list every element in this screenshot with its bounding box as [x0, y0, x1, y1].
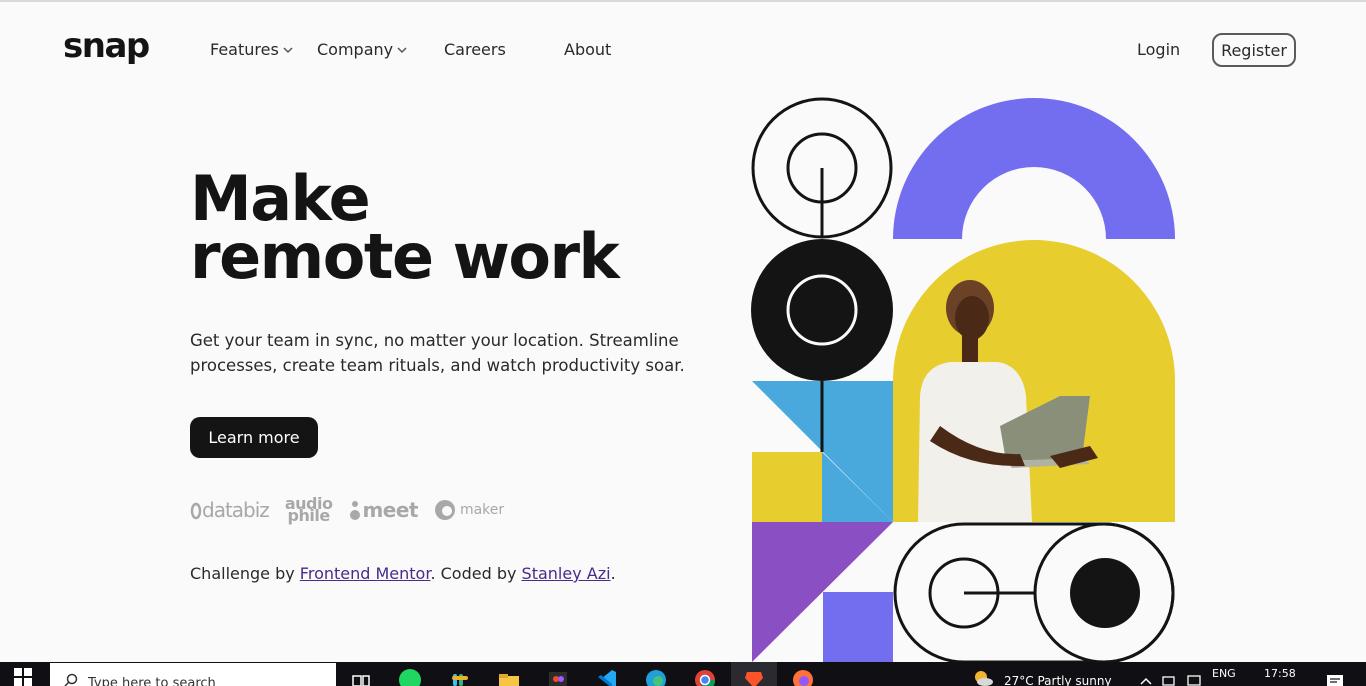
windows-start-icon[interactable]: [14, 668, 32, 686]
maker-logo: maker: [434, 499, 504, 521]
chevron-down-icon: [283, 46, 293, 53]
login-link[interactable]: Login: [1137, 40, 1180, 59]
nav-company[interactable]: Company: [317, 40, 407, 59]
databiz-logo: databiz: [190, 498, 270, 522]
author-link[interactable]: Stanley Azi: [522, 564, 611, 583]
attribution: Challenge by Frontend Mentor. Coded by S…: [190, 564, 616, 583]
databiz-text: databiz: [202, 498, 270, 522]
black-circle-shape: [751, 239, 893, 381]
hero-description: Get your team in sync, no matter your lo…: [190, 331, 685, 375]
file-explorer-icon[interactable]: [498, 668, 520, 686]
pill-rings-shape: [893, 522, 1175, 662]
language-indicator[interactable]: ENG: [1212, 667, 1236, 680]
display-icon[interactable]: [1186, 674, 1202, 686]
spotify-icon[interactable]: [399, 668, 421, 686]
meet-mark-icon: [350, 501, 361, 520]
audiophile-logo: audio phile: [285, 496, 333, 525]
logo[interactable]: snap: [63, 26, 150, 66]
meet-logo: meet: [348, 498, 418, 522]
nav-careers-label: Careers: [444, 40, 506, 59]
taskbar-search-input[interactable]: Type here to search: [50, 663, 336, 686]
slack-icon[interactable]: [449, 668, 471, 686]
weather-icon[interactable]: [972, 668, 994, 686]
notification-icon[interactable]: [1326, 674, 1344, 686]
chevron-up-icon[interactable]: [1140, 676, 1152, 686]
clock-time[interactable]: 17:58: [1264, 667, 1296, 680]
ring-target-top: [751, 97, 893, 239]
weather-text[interactable]: 27°C Partly sunny: [1004, 674, 1112, 686]
vscode-icon[interactable]: [596, 668, 618, 686]
hero-title-line2: remote work: [190, 220, 620, 293]
chrome-icon[interactable]: [694, 668, 716, 686]
edge-icon[interactable]: [645, 668, 667, 686]
nav-careers[interactable]: Careers: [444, 40, 506, 59]
register-button[interactable]: Register: [1212, 33, 1296, 67]
learn-more-button[interactable]: Learn more: [190, 417, 318, 458]
nav-company-label: Company: [317, 40, 394, 59]
attribution-middle: . Coded by: [430, 564, 517, 583]
purple-square-shape: [823, 592, 893, 662]
hero-illustration: [751, 97, 1175, 662]
frontend-mentor-link[interactable]: Frontend Mentor: [300, 564, 431, 583]
meet-text: meet: [362, 498, 418, 522]
yellow-square-shape: [752, 452, 822, 522]
attribution-prefix: Challenge by: [190, 564, 295, 583]
maker-text: maker: [459, 502, 505, 518]
audiophile-bottom-text: phile: [287, 506, 331, 525]
nav-features[interactable]: Features: [210, 40, 293, 59]
search-icon: [64, 673, 78, 686]
firefox-icon[interactable]: [792, 668, 814, 686]
network-icon[interactable]: [1162, 674, 1178, 686]
maker-mark-icon: [434, 500, 455, 520]
hero-title: Make remote work: [190, 168, 620, 293]
databiz-mark-icon: [190, 502, 202, 520]
nav-about[interactable]: About: [564, 40, 611, 59]
figma-icon[interactable]: [547, 668, 569, 686]
search-placeholder: Type here to search: [88, 676, 216, 686]
nav-about-label: About: [564, 40, 612, 59]
attribution-suffix: .: [610, 564, 616, 583]
top-border: [0, 0, 1366, 2]
client-logos: databiz audio phile meet maker: [190, 494, 504, 526]
purple-arch-shape: [893, 98, 1175, 239]
nav-features-label: Features: [210, 40, 279, 59]
chevron-down-icon: [397, 46, 407, 53]
brave-icon[interactable]: [743, 668, 765, 686]
task-view-icon[interactable]: [350, 668, 372, 686]
